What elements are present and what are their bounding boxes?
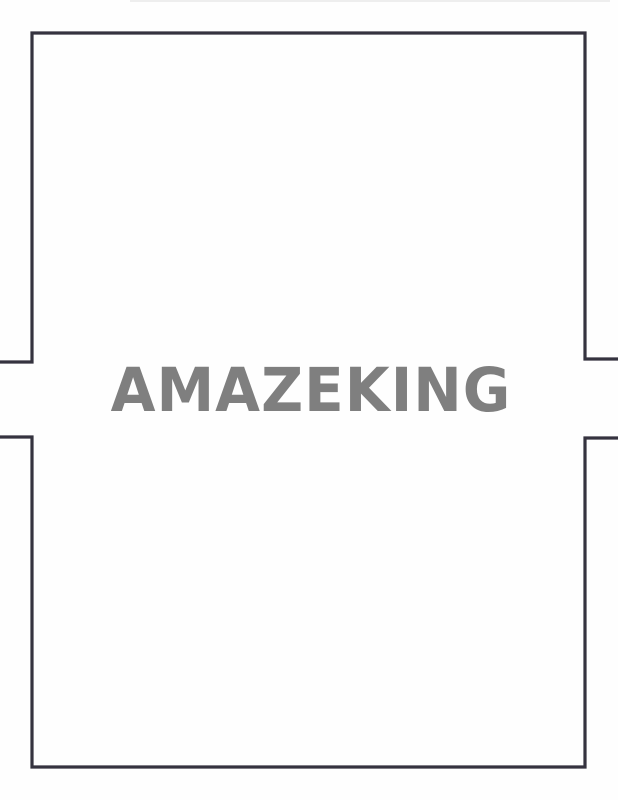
maze-page: AMAZEKING	[0, 0, 618, 800]
maze-title-text: AMAZEKING	[110, 354, 512, 426]
maze-wall-right	[0, 435, 618, 769]
maze-title: AMAZEKING	[0, 345, 618, 435]
maze-wall-left	[0, 31, 618, 364]
